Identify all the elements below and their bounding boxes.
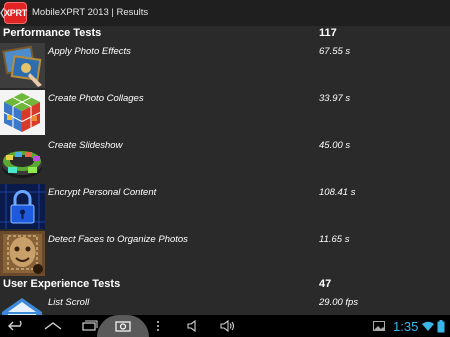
wifi-indicator [421, 315, 435, 337]
section-title: User Experience Tests [3, 278, 121, 290]
list-item[interactable]: List Scroll 29.00 fps [0, 293, 450, 315]
system-bar: 1:35 [0, 315, 450, 337]
test-name: Encrypt Personal Content [48, 187, 157, 198]
test-result: 108.41 s [319, 187, 356, 198]
test-name: List Scroll [48, 297, 90, 308]
slideshow-icon [0, 137, 45, 182]
test-result: 45.00 s [319, 140, 351, 151]
volume-up-icon [220, 320, 235, 332]
gallery-notification[interactable] [372, 315, 386, 337]
test-name: Create Slideshow [48, 140, 123, 151]
test-result: 11.65 s [319, 234, 350, 245]
app-title: MobileXPRT 2013 | Results [32, 7, 149, 18]
section-score: 47 [319, 278, 332, 290]
user-experience-section-header: User Experience Tests 47 [0, 277, 450, 293]
section-score: 117 [319, 27, 337, 39]
battery-indicator [435, 315, 447, 337]
recent-apps-icon [82, 320, 98, 331]
photo-collage-icon [0, 90, 45, 135]
list-item[interactable]: Detect Faces to Organize Photos 11.65 s [0, 230, 450, 277]
volume-down-icon [187, 320, 196, 332]
performance-section-header: Performance Tests 117 [0, 26, 450, 42]
wifi-icon [422, 321, 434, 331]
list-item[interactable]: Create Photo Collages 33.97 s [0, 89, 450, 136]
padlock-icon [0, 184, 45, 229]
test-name: Apply Photo Effects [48, 46, 131, 57]
app-logo[interactable]: XPRT [4, 2, 27, 24]
results-list[interactable]: Performance Tests 117 Apply Photo Effect… [0, 26, 450, 315]
home-button[interactable] [42, 315, 64, 337]
list-scroll-icon [0, 294, 45, 315]
clock: 1:35 [393, 319, 419, 334]
list-item[interactable]: Create Slideshow 45.00 s [0, 136, 450, 183]
image-icon [373, 321, 385, 331]
action-bar: XPRT MobileXPRT 2013 | Results [0, 0, 450, 27]
face-detect-icon [0, 231, 45, 276]
screenshot-button[interactable] [110, 315, 136, 337]
section-title: Performance Tests [3, 27, 102, 39]
overflow-menu-icon [157, 321, 159, 331]
camera-icon [115, 321, 131, 332]
volume-up-button[interactable] [218, 315, 238, 337]
test-result: 33.97 s [319, 93, 351, 104]
back-arrow-icon [8, 320, 22, 331]
home-icon [44, 322, 62, 330]
battery-icon [437, 319, 445, 332]
test-name: Create Photo Collages [48, 93, 144, 104]
volume-down-button[interactable] [184, 315, 204, 337]
test-result: 29.00 fps [319, 297, 359, 308]
test-name: Detect Faces to Organize Photos [48, 234, 188, 245]
photo-effects-icon [0, 43, 45, 88]
menu-button[interactable] [150, 315, 166, 337]
test-result: 67.55 s [319, 46, 351, 57]
list-item[interactable]: Encrypt Personal Content 108.41 s [0, 183, 450, 230]
back-button[interactable] [6, 315, 28, 337]
list-item[interactable]: Apply Photo Effects 67.55 s [0, 42, 450, 89]
